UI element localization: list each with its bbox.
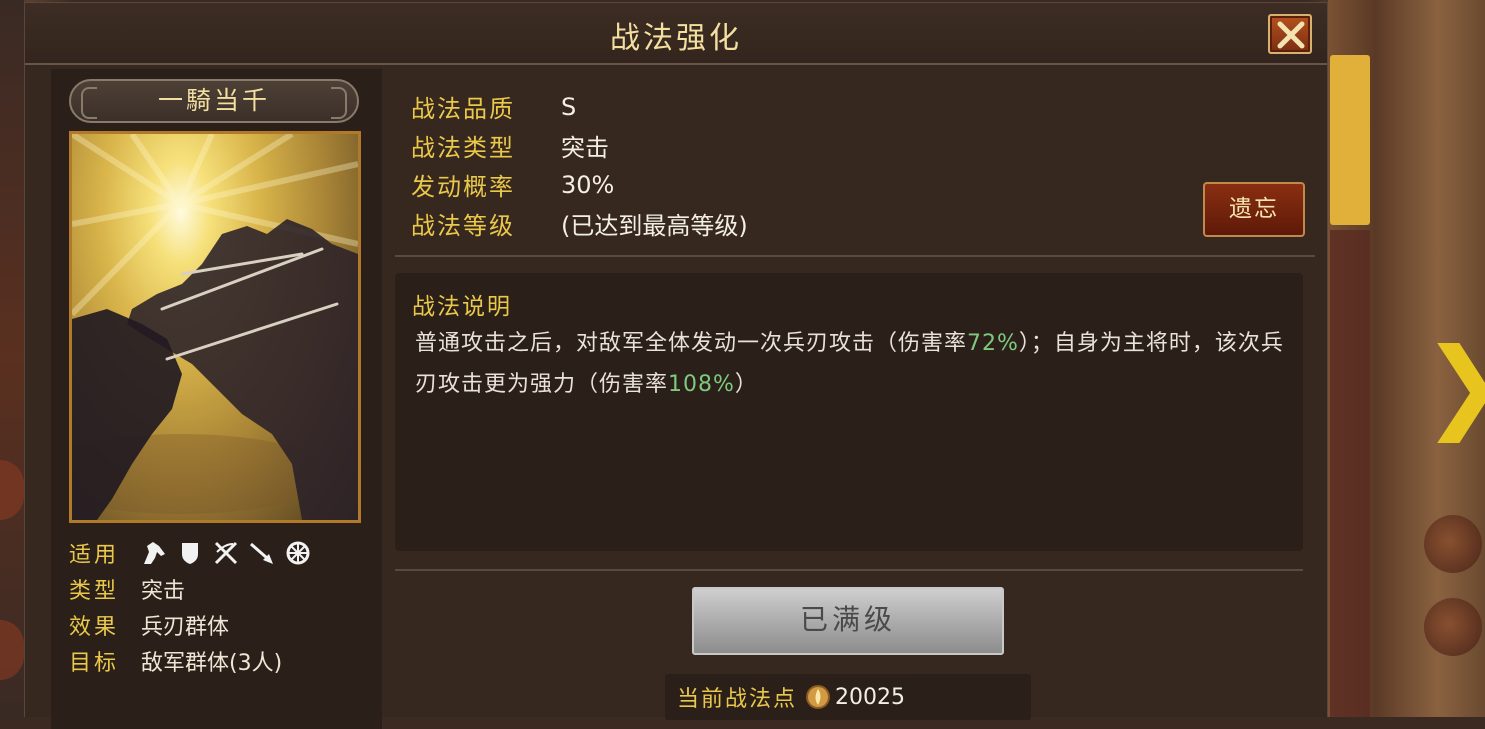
dialog-title: 战法强化	[610, 21, 742, 56]
unit-type-icons	[141, 540, 311, 566]
wheel-icon	[285, 540, 311, 566]
info-row-applicable: 适用	[69, 535, 369, 571]
backdrop-red-bar	[1330, 230, 1370, 717]
info-value: 兵刃群体	[141, 615, 230, 640]
info-row-type: 类型 突击	[69, 571, 369, 607]
stat-type: 战法类型 突击	[411, 126, 748, 165]
description-title: 战法说明	[412, 294, 512, 320]
tactic-card-name: 一騎当千	[69, 79, 359, 123]
info-key: 适用	[69, 543, 120, 568]
stat-value: S	[561, 92, 577, 121]
description-text: 普通攻击之后，对敌军全体发动一次兵刃攻击（伤害率72%）；自身为主将时，该次兵刃…	[415, 323, 1285, 405]
bow-icon	[213, 540, 239, 566]
cavalry-icon	[141, 540, 167, 566]
backdrop-round-button[interactable]	[1424, 515, 1482, 573]
info-row-effect: 效果 兵刃群体	[69, 607, 369, 643]
description-panel: 战法说明 普通攻击之后，对敌军全体发动一次兵刃攻击（伤害率72%）；自身为主将时…	[395, 273, 1303, 551]
tactic-stats: 战法品质 S 战法类型 突击 发动概率 30% 战法等级 (已达到最高等级)	[411, 87, 748, 243]
stat-value: 30%	[561, 170, 615, 199]
info-value: 突击	[141, 579, 186, 604]
title-bar: 战法强化	[25, 3, 1327, 65]
backdrop-round-button[interactable]	[1424, 598, 1482, 656]
info-key: 效果	[69, 615, 120, 640]
tactic-enhance-dialog: 战法强化 一騎当千 适用 类型 突击 效果 兵刃群体 目标 敌军群体(3人) 战…	[24, 2, 1328, 729]
description-segment: ）	[734, 372, 758, 397]
divider	[395, 255, 1315, 257]
stat-quality: 战法品质 S	[411, 87, 748, 126]
stat-value: 突击	[561, 134, 609, 162]
spear-icon	[249, 540, 275, 566]
forget-button[interactable]: 遗忘	[1203, 182, 1305, 237]
next-arrow-icon[interactable]: ❯	[1422, 330, 1485, 440]
stat-value: (已达到最高等级)	[561, 212, 748, 240]
backdrop-yellow-tab	[1330, 55, 1370, 225]
stat-key: 战法品质	[411, 95, 515, 123]
info-key: 目标	[69, 651, 120, 676]
divider	[395, 569, 1303, 571]
points-value: 20025	[835, 684, 906, 710]
stat-key: 发动概率	[411, 173, 515, 201]
info-row-target: 目标 敌军群体(3人)	[69, 643, 369, 679]
max-level-button[interactable]: 已满级	[692, 587, 1004, 655]
damage-rate-value: 72%	[967, 331, 1019, 356]
close-button[interactable]	[1268, 14, 1312, 54]
info-value: 敌军群体(3人)	[141, 651, 283, 676]
tactic-card-panel: 一騎当千 适用 类型 突击 效果 兵刃群体 目标 敌军群体(3人)	[51, 69, 382, 729]
backdrop-left-strip	[0, 0, 24, 717]
tactic-card-info: 适用 类型 突击 效果 兵刃群体 目标 敌军群体(3人)	[69, 535, 369, 679]
shield-icon	[177, 540, 203, 566]
info-key: 类型	[69, 579, 120, 604]
close-icon	[1277, 21, 1305, 49]
description-segment: 普通攻击之后，对敌军全体发动一次兵刃攻击（伤害率	[415, 331, 968, 356]
tactic-point-icon	[805, 684, 831, 710]
damage-rate-value: 108%	[668, 372, 735, 397]
stat-key: 战法等级	[411, 212, 515, 240]
stat-trigger-rate: 发动概率 30%	[411, 165, 748, 204]
tactic-points-bar: 当前战法点 20025	[665, 674, 1031, 720]
tactic-card-art	[69, 131, 361, 523]
stat-level: 战法等级 (已达到最高等级)	[411, 204, 748, 243]
points-label: 当前战法点	[677, 687, 798, 712]
stat-key: 战法类型	[411, 134, 515, 162]
